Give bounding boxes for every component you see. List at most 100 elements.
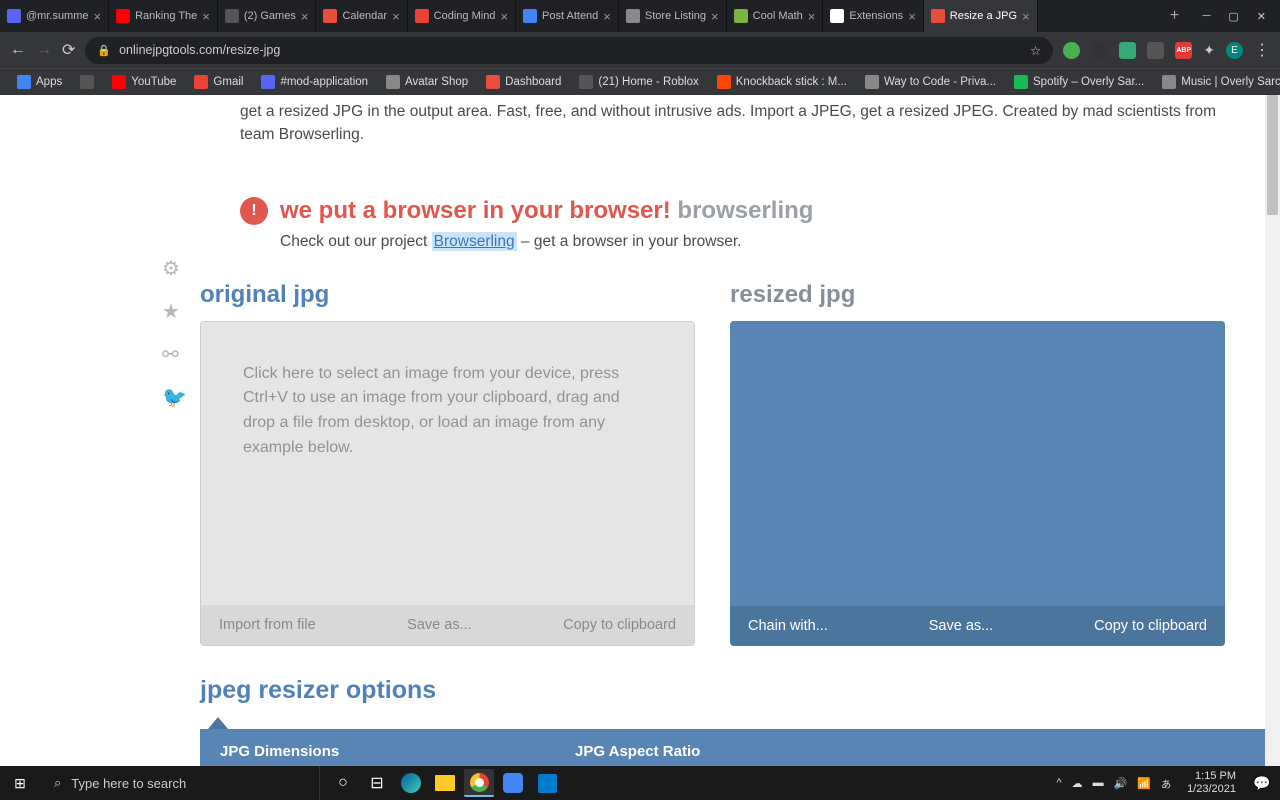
browser-tab[interactable]: (2) Games× xyxy=(218,0,317,32)
output-zone xyxy=(730,321,1225,606)
browser-tab[interactable]: Ranking The× xyxy=(109,0,218,32)
cortana-icon[interactable]: ○ xyxy=(328,769,358,797)
bookmark-item[interactable]: Dashboard xyxy=(479,72,568,92)
bookmark-item[interactable]: Gmail xyxy=(187,72,250,92)
maximize-button[interactable]: ▢ xyxy=(1228,10,1238,23)
bookmark-label: Music | Overly Sarc... xyxy=(1181,76,1280,88)
abp-icon[interactable]: ABP xyxy=(1175,42,1192,59)
notifications-icon[interactable]: 💬 xyxy=(1252,775,1272,792)
menu-button[interactable]: ⋮ xyxy=(1254,40,1270,60)
battery-icon[interactable]: ▬ xyxy=(1093,777,1104,789)
copy-clipboard-button[interactable]: Copy to clipboard xyxy=(1094,618,1207,634)
link-icon[interactable]: ⚯ xyxy=(162,342,187,367)
language-icon[interactable]: あ xyxy=(1161,776,1171,791)
start-button[interactable]: ⊞ xyxy=(0,775,40,792)
resized-heading: resized jpg xyxy=(730,281,1225,309)
volume-icon[interactable]: 🔊 xyxy=(1114,777,1128,790)
clock[interactable]: 1:15 PM 1/23/2021 xyxy=(1181,770,1242,796)
browser-tab[interactable]: Calendar× xyxy=(316,0,407,32)
browser-tab[interactable]: @mr.summe× xyxy=(0,0,109,32)
search-icon: ⌕ xyxy=(54,775,61,791)
chain-button[interactable]: Chain with... xyxy=(748,618,828,634)
tab-favicon xyxy=(7,9,21,23)
browser-tab[interactable]: Cool Math× xyxy=(727,0,824,32)
bookmark-label: #mod-application xyxy=(280,76,368,88)
tab-favicon xyxy=(626,9,640,23)
banner-description: Check out our project Browserling – get … xyxy=(200,225,1265,251)
reload-button[interactable]: ⟳ xyxy=(62,40,75,60)
tab-close-icon[interactable]: × xyxy=(808,9,816,24)
tab-close-icon[interactable]: × xyxy=(500,9,508,24)
browser-tab[interactable]: Coding Mind× xyxy=(408,0,516,32)
banner-heading: we put a browser in your browser! browse… xyxy=(280,197,813,225)
bookmark-item[interactable]: Music | Overly Sarc... xyxy=(1155,72,1280,92)
bookmark-favicon xyxy=(579,75,593,89)
tab-close-icon[interactable]: × xyxy=(202,9,210,24)
tab-close-icon[interactable]: × xyxy=(1022,9,1030,24)
bookmark-item[interactable]: Knockback stick : M... xyxy=(710,72,854,92)
tab-close-icon[interactable]: × xyxy=(392,9,400,24)
save-as-button[interactable]: Save as... xyxy=(407,617,471,633)
extensions-icon[interactable]: ✦ xyxy=(1203,42,1215,59)
edge-icon[interactable] xyxy=(396,769,426,797)
bookmark-favicon xyxy=(261,75,275,89)
bookmark-item[interactable]: (21) Home - Roblox xyxy=(572,72,705,92)
back-button[interactable]: ← xyxy=(10,41,26,59)
bookmark-label: Way to Code - Priva... xyxy=(884,76,996,88)
new-tab-button[interactable]: + xyxy=(1161,7,1189,25)
import-button[interactable]: Import from file xyxy=(219,617,316,633)
tray-chevron-icon[interactable]: ^ xyxy=(1056,777,1061,789)
bookmark-label: Spotify – Overly Sar... xyxy=(1033,76,1144,88)
bookmark-item[interactable]: Spotify – Overly Sar... xyxy=(1007,72,1151,92)
copy-clipboard-button[interactable]: Copy to clipboard xyxy=(563,617,676,633)
bookmark-favicon xyxy=(1162,75,1176,89)
tab-title: Store Listing xyxy=(645,10,706,22)
ext-icon[interactable] xyxy=(1091,42,1108,59)
bookmark-item[interactable]: #mod-application xyxy=(254,72,375,92)
chrome-icon[interactable] xyxy=(464,769,494,797)
bookmark-item[interactable]: YouTube xyxy=(105,72,183,92)
browser-tab[interactable]: Post Attend× xyxy=(516,0,619,32)
aspect-ratio-label: JPG Aspect Ratio xyxy=(575,743,890,760)
gear-icon[interactable]: ⚙ xyxy=(162,256,187,281)
tab-close-icon[interactable]: × xyxy=(711,9,719,24)
browser-tab[interactable]: Extensions× xyxy=(823,0,923,32)
close-window-button[interactable]: ✕ xyxy=(1257,10,1266,23)
star-icon[interactable]: ☆ xyxy=(1030,43,1041,58)
explorer-icon[interactable] xyxy=(430,769,460,797)
bookmark-favicon xyxy=(486,75,500,89)
tab-close-icon[interactable]: × xyxy=(301,9,309,24)
task-view-icon[interactable]: ⊟ xyxy=(362,769,392,797)
browserling-link[interactable]: Browserling xyxy=(432,232,517,251)
tab-close-icon[interactable]: × xyxy=(94,9,102,24)
bookmark-item[interactable]: Avatar Shop xyxy=(379,72,475,92)
tab-favicon xyxy=(734,9,748,23)
bookmark-favicon xyxy=(194,75,208,89)
browser-tab[interactable]: Resize a JPG× xyxy=(924,0,1038,32)
forward-button[interactable]: → xyxy=(36,41,52,59)
ext-icon[interactable] xyxy=(1063,42,1080,59)
vscode-icon[interactable] xyxy=(532,769,562,797)
minimize-button[interactable]: ─ xyxy=(1203,10,1211,23)
twitter-icon[interactable]: 🐦 xyxy=(162,385,187,410)
profile-avatar[interactable]: E xyxy=(1226,42,1243,59)
taskbar-search[interactable]: ⌕ Type here to search xyxy=(40,766,320,800)
tab-close-icon[interactable]: × xyxy=(908,9,916,24)
file-drop-zone[interactable]: Click here to select an image from your … xyxy=(201,322,694,605)
ext-icon[interactable] xyxy=(1119,42,1136,59)
address-bar[interactable]: 🔒 onlinejpgtools.com/resize-jpg ☆ xyxy=(85,37,1053,64)
ext-icon[interactable] xyxy=(1147,42,1164,59)
bookmark-item[interactable]: Way to Code - Priva... xyxy=(858,72,1003,92)
bookmark-item[interactable] xyxy=(73,72,101,92)
tab-close-icon[interactable]: × xyxy=(603,9,611,24)
bookmark-item[interactable]: Apps xyxy=(10,72,69,92)
scrollbar[interactable] xyxy=(1265,95,1280,766)
wifi-icon[interactable]: 📶 xyxy=(1137,777,1151,790)
browser-tab[interactable]: Store Listing × xyxy=(619,0,727,32)
save-as-button[interactable]: Save as... xyxy=(929,618,993,634)
tab-favicon xyxy=(225,9,239,23)
onedrive-icon[interactable]: ☁ xyxy=(1072,777,1083,790)
star-icon[interactable]: ★ xyxy=(162,299,187,324)
tab-favicon xyxy=(323,9,337,23)
zoom-icon[interactable] xyxy=(498,769,528,797)
